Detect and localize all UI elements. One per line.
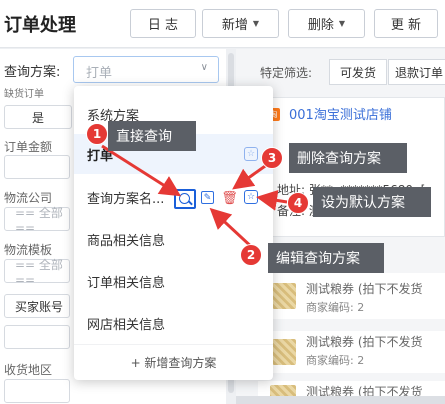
product-code: 商家编码: 2 [306, 354, 365, 367]
horizontal-scrollbar[interactable] [236, 396, 445, 404]
annotation-number-2: 2 [240, 244, 262, 266]
annotation-edit-scheme: 编辑查询方案 [268, 243, 384, 273]
logistics-company-value: == 全部 == [15, 205, 63, 235]
buyer-account-value: 买家账号 [15, 299, 64, 314]
logistics-company-select[interactable]: == 全部 == [4, 206, 70, 235]
product-thumbnail [270, 339, 296, 365]
chevron-down-icon: ▼ [338, 19, 346, 28]
page-title: 订单处理 [4, 15, 76, 36]
update-button-label: 更 新 [390, 18, 422, 33]
product-row[interactable]: 测试粮券 (拍下不发货 商家编码: 2 [258, 273, 445, 319]
dropdown-item-shop-info[interactable]: 网店相关信息 [74, 303, 273, 343]
edit-icon[interactable]: ✎ [201, 191, 214, 204]
product-name: 测试粮券 (拍下不发货 [306, 282, 423, 296]
page-header: 订单处理 日 志 新增 ▼ 删除 ▼ 更 新 [0, 0, 445, 48]
dropdown-divider [74, 344, 273, 345]
dropdown-item-label: 订单相关信息 [87, 276, 166, 291]
chip-shippable[interactable]: 可发货 [329, 59, 387, 85]
update-button[interactable]: 更 新 [374, 9, 438, 38]
chevron-down-icon: ∨ [200, 62, 208, 73]
search-icon[interactable] [174, 189, 196, 209]
annotation-number-3: 3 [261, 147, 283, 169]
buyer-account-input[interactable] [4, 325, 70, 349]
product-name: 测试粮券 (拍下不发货 [306, 335, 423, 349]
receiver-area-select[interactable] [4, 379, 70, 403]
trash-icon[interactable]: 🗑 [221, 191, 238, 206]
shop-name[interactable]: 001淘宝测试店铺 [289, 104, 392, 123]
search-handle [188, 200, 193, 206]
dropdown-item-custom-scheme[interactable]: 查询方案名... ✎ 🗑 ☆ [74, 177, 273, 217]
annotation-set-default: 设为默认方案 [313, 187, 431, 217]
delete-button-label: 删除 [307, 18, 334, 33]
dropdown-item-label: 商品相关信息 [87, 234, 166, 249]
scheme-select-value: 打单 [86, 66, 113, 81]
receiver-area-label: 收货地区 [4, 363, 53, 377]
scheme-label: 查询方案: [4, 65, 61, 80]
add-scheme-button[interactable]: + 新增查询方案 [74, 354, 273, 371]
buyer-account-select[interactable]: 买家账号 [4, 294, 70, 318]
product-thumbnail [270, 283, 296, 309]
dropdown-item-label: 查询方案名... [87, 192, 165, 207]
add-button-label: 新增 [221, 18, 248, 33]
log-button-label: 日 志 [147, 18, 179, 33]
dropdown-item-label: 网店相关信息 [87, 318, 166, 333]
special-filter-label: 特定筛选: [260, 66, 313, 80]
annotation-direct-query: 直接查询 [108, 121, 196, 151]
out-of-stock-select[interactable]: 是 [4, 105, 72, 129]
add-button[interactable]: 新增 ▼ [202, 9, 279, 38]
dropdown-item-order-info[interactable]: 订单相关信息 [74, 261, 273, 301]
out-of-stock-label: 缺货订单 [4, 89, 44, 100]
logistics-template-select[interactable]: == 全部 == [4, 258, 70, 287]
scheme-select[interactable]: 打单 ∨ [73, 56, 219, 83]
delete-button[interactable]: 删除 ▼ [288, 9, 365, 38]
order-amount-label: 订单金额 [4, 140, 53, 154]
chip-shippable-label: 可发货 [339, 65, 376, 80]
chevron-down-icon: ▼ [252, 19, 260, 28]
logistics-template-value: == 全部 == [15, 257, 63, 287]
star-icon[interactable]: ☆ [244, 190, 258, 204]
default-star-icon[interactable]: ☆ [244, 147, 258, 161]
annotation-delete-scheme: 删除查询方案 [289, 143, 407, 173]
log-button[interactable]: 日 志 [130, 9, 196, 38]
chip-refund-label: 退款订单 [395, 65, 444, 80]
annotation-number-1: 1 [86, 123, 108, 145]
annotation-number-4: 4 [287, 192, 309, 214]
chip-refund-orders[interactable]: 退款订单 [388, 59, 445, 85]
product-code: 商家编码: 2 [306, 301, 365, 314]
product-row[interactable]: 测试粮券 (拍下不发货 商家编码: 2 [258, 331, 445, 373]
out-of-stock-value: 是 [31, 110, 44, 125]
order-amount-input[interactable] [4, 155, 70, 179]
